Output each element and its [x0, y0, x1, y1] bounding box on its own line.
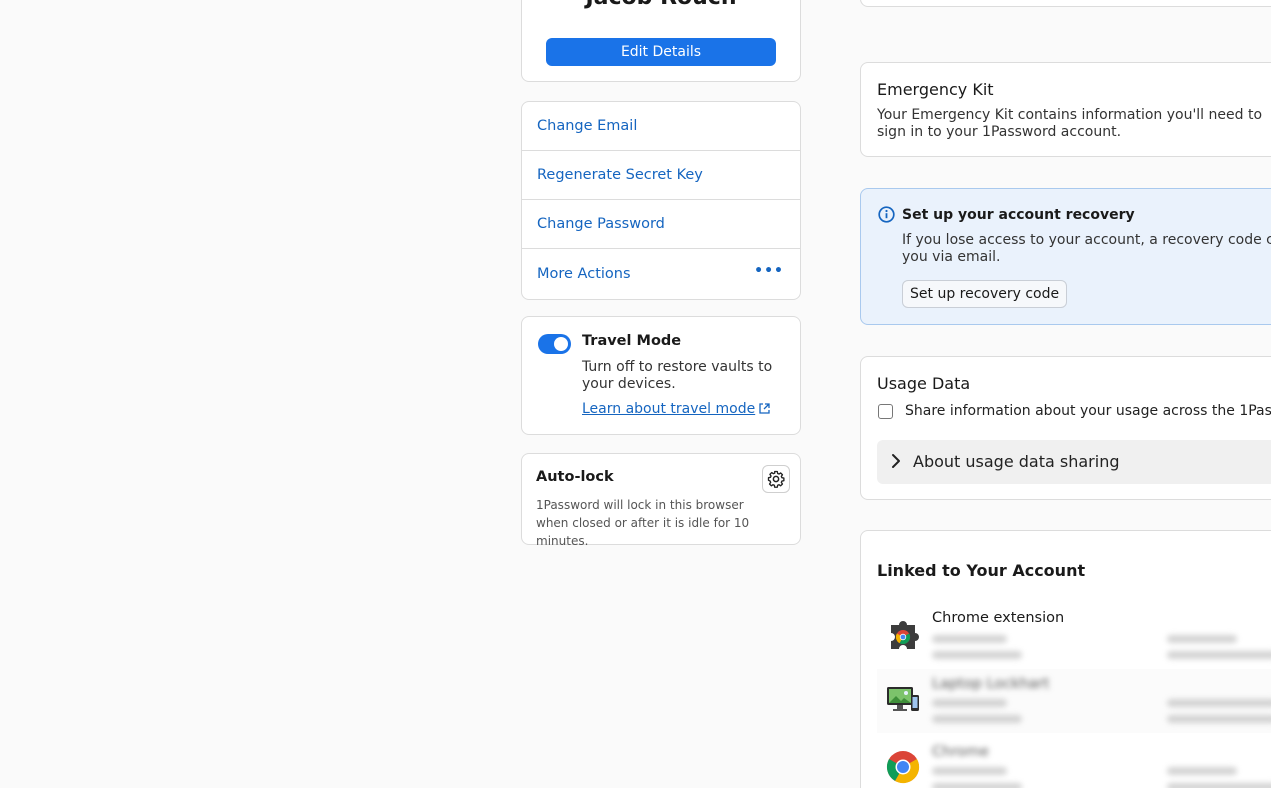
redacted-text — [932, 767, 1007, 775]
device-name: Chrome extension — [932, 610, 1065, 626]
profile-name: Jacob Rouch — [522, 0, 800, 11]
more-actions-label: More Actions — [537, 266, 631, 282]
emergency-kit-description: Your Emergency Kit contains information … — [877, 107, 1263, 140]
profile-card: Jacob Rouch Edit Details — [521, 0, 801, 82]
recovery-description-line1: If you lose access to your account, a re… — [902, 232, 1271, 248]
app-root: Jacob Rouch Edit Details Change Email Re… — [0, 0, 1271, 788]
regenerate-secret-key-link[interactable]: Regenerate Secret Key — [522, 151, 800, 200]
account-recovery-banner: Set up your account recovery If you lose… — [860, 188, 1271, 325]
travel-mode-description: Turn off to restore vaults to your devic… — [582, 359, 773, 392]
info-icon — [878, 206, 895, 223]
more-actions-button[interactable]: More Actions ••• — [522, 249, 800, 299]
travel-mode-toggle[interactable] — [538, 334, 571, 354]
auto-lock-description: 1Password will lock in this browser when… — [536, 498, 750, 548]
redacted-text — [1167, 783, 1271, 788]
set-up-recovery-code-button[interactable]: Set up recovery code — [902, 280, 1068, 308]
chevron-right-icon — [892, 454, 900, 468]
learn-travel-mode-link[interactable]: Learn about travel mode — [582, 401, 770, 417]
travel-mode-title: Travel Mode — [582, 333, 682, 349]
emergency-kit-card: Emergency Kit Your Emergency Kit contain… — [860, 62, 1271, 157]
device-row[interactable]: Laptop Lockhart — [877, 669, 1271, 733]
redacted-text — [1167, 651, 1271, 659]
usage-data-card: Usage Data Share information about your … — [860, 356, 1271, 500]
travel-mode-card: Travel Mode Turn off to restore vaults t… — [521, 316, 801, 435]
redacted-text — [1167, 699, 1271, 707]
recovery-title: Set up your account recovery — [902, 207, 1135, 223]
share-usage-label: Share information about your usage acros… — [905, 403, 1271, 419]
device-row[interactable]: Chrome extension — [877, 603, 1271, 667]
device-row[interactable]: Chrome — [877, 737, 1271, 788]
share-usage-checkbox[interactable] — [878, 404, 893, 419]
redacted-text — [1167, 635, 1237, 643]
linked-devices-card: Linked to Your Account Chrome extension — [860, 530, 1271, 788]
change-password-link[interactable]: Change Password — [522, 200, 800, 249]
emergency-kit-title: Emergency Kit — [877, 80, 994, 99]
chrome-icon — [886, 751, 920, 784]
recovery-description-line2: you via email. — [902, 249, 1001, 265]
auto-lock-title: Auto-lock — [536, 469, 614, 485]
change-email-link[interactable]: Change Email — [522, 102, 800, 151]
account-actions-list: Change Email Regenerate Secret Key Chang… — [521, 101, 801, 300]
external-link-icon — [759, 403, 770, 414]
desktop-computer-icon — [887, 687, 919, 711]
redacted-text — [932, 651, 1022, 659]
redacted-text — [932, 635, 1007, 643]
redacted-text — [1167, 767, 1237, 775]
gear-icon — [767, 470, 785, 488]
top-card-stub — [860, 0, 1271, 7]
chrome-extension-icon — [891, 621, 919, 649]
about-usage-data-label: About usage data sharing — [913, 452, 1120, 471]
device-name: Laptop Lockhart — [932, 676, 1050, 692]
auto-lock-settings-button[interactable] — [762, 465, 790, 493]
toggle-knob — [554, 337, 568, 351]
edit-details-button[interactable]: Edit Details — [546, 38, 776, 66]
redacted-text — [932, 783, 1022, 788]
redacted-text — [1167, 715, 1271, 723]
usage-data-title: Usage Data — [877, 374, 971, 393]
device-name: Chrome — [932, 744, 989, 760]
ellipsis-icon: ••• — [754, 263, 784, 279]
linked-title: Linked to Your Account — [877, 561, 1086, 580]
redacted-text — [932, 699, 1007, 707]
auto-lock-card: Auto-lock 1Password will lock in this br… — [521, 453, 801, 548]
recovery-description: If you lose access to your account, a re… — [902, 232, 1271, 266]
redacted-text — [932, 715, 1022, 723]
learn-travel-mode-label: Learn about travel mode — [582, 401, 756, 417]
about-usage-data-accordion[interactable]: About usage data sharing — [877, 440, 1271, 484]
